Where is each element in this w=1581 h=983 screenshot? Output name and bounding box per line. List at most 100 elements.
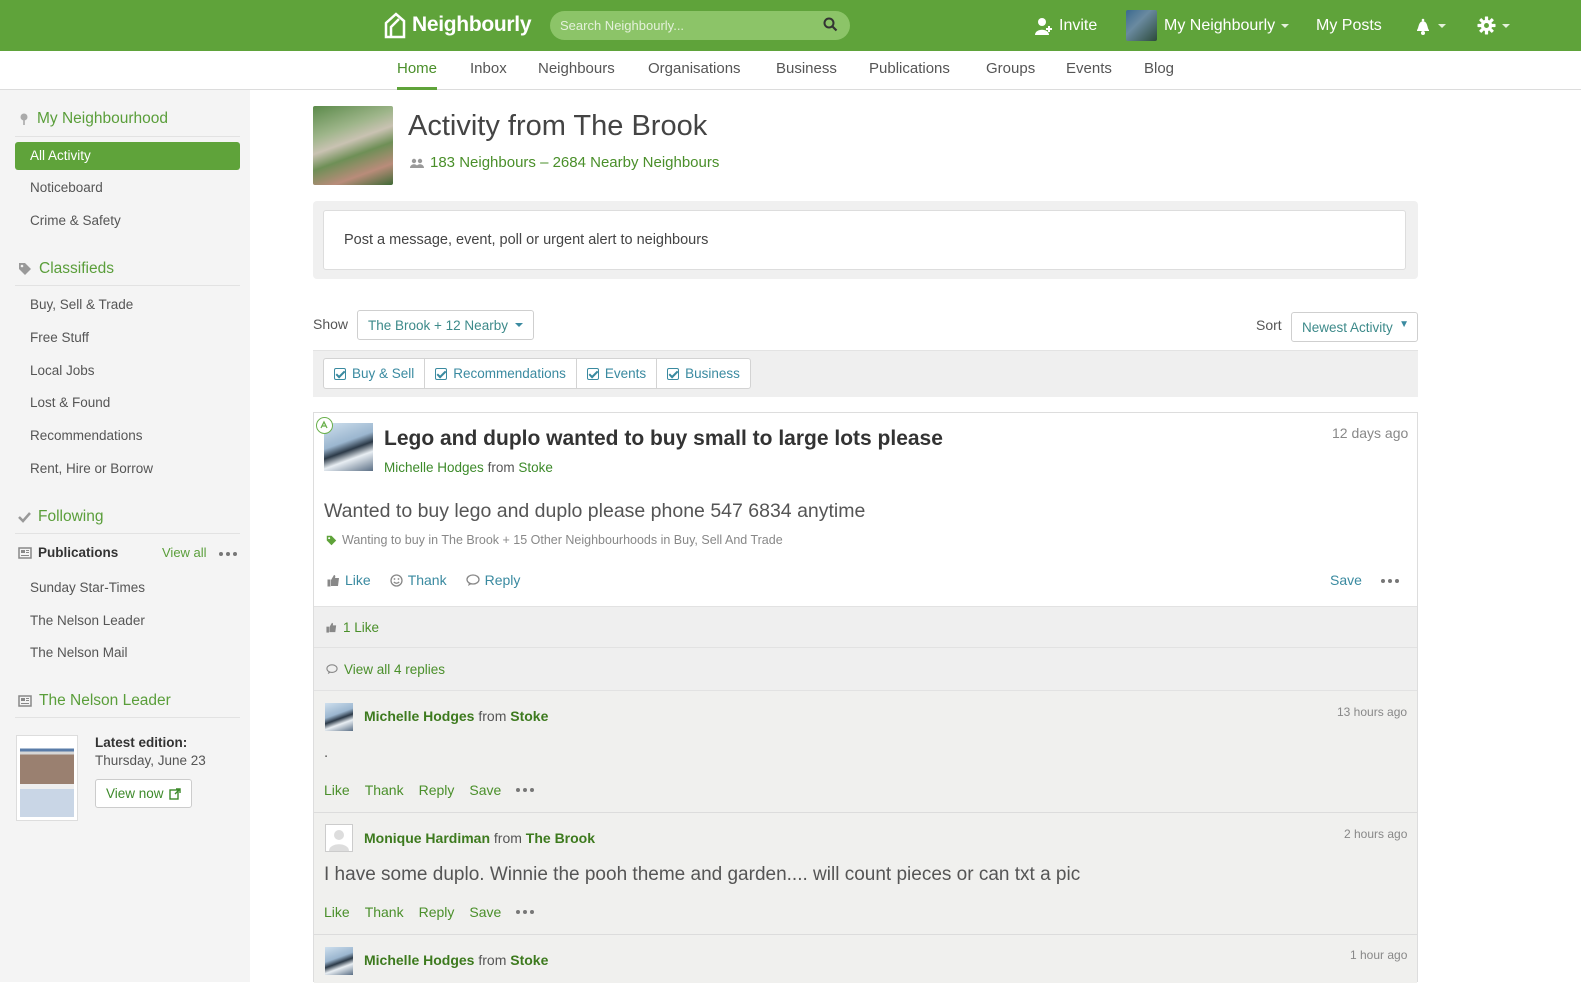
more-options-icon[interactable] <box>516 788 535 792</box>
view-replies-label: View all 4 replies <box>344 661 446 677</box>
sidebar-heading-following[interactable]: Following <box>18 508 103 526</box>
speech-bubble-icon <box>326 663 338 674</box>
like-button[interactable]: Like <box>324 904 350 920</box>
filter-recommendations[interactable]: Recommendations <box>425 359 577 388</box>
logo[interactable]: Neighbourly <box>382 10 532 40</box>
bell-icon <box>1417 18 1429 35</box>
wanted-badge-icon <box>316 417 333 434</box>
nav-publications[interactable]: Publications <box>869 51 950 90</box>
filter-buy-sell[interactable]: Buy & Sell <box>324 359 426 388</box>
reply-author[interactable]: Michelle Hodges <box>364 952 474 968</box>
search-input[interactable] <box>550 11 812 40</box>
sort-select-value: Newest Activity <box>1302 319 1393 335</box>
avatar[interactable] <box>325 947 353 975</box>
show-dropdown[interactable]: The Brook + 12 Nearby <box>357 310 534 340</box>
thank-button[interactable]: Thank <box>365 904 404 920</box>
sidebar-item-free-stuff[interactable]: Free Stuff <box>30 330 89 345</box>
filter-business[interactable]: Business <box>657 359 750 388</box>
reply-author[interactable]: Monique Hardiman <box>364 830 490 846</box>
thank-button[interactable]: Thank <box>390 572 447 588</box>
thank-button[interactable]: Thank <box>365 782 404 798</box>
like-button[interactable]: Like <box>324 782 350 798</box>
sidebar-item-rent-hire-borrow[interactable]: Rent, Hire or Borrow <box>30 461 153 476</box>
default-user-icon <box>329 830 349 851</box>
save-button[interactable]: Save <box>1330 572 1362 588</box>
save-button[interactable]: Save <box>469 904 501 920</box>
post-tags-label: Wanting to buy in The Brook + 15 Other N… <box>342 533 783 547</box>
from-label: from <box>493 830 522 846</box>
neighbours-count[interactable]: 183 Neighbours – 2684 Nearby Neighbours <box>410 154 719 171</box>
sidebar-item-noticeboard[interactable]: Noticeboard <box>30 180 103 195</box>
external-link-icon <box>168 787 181 800</box>
filter-events[interactable]: Events <box>577 359 658 388</box>
sort-select[interactable]: Newest Activity ▼ <box>1291 312 1418 342</box>
view-now-label: View now <box>106 786 164 801</box>
reply-button[interactable]: Reply <box>465 572 521 588</box>
like-button[interactable]: Like <box>327 572 371 588</box>
post-composer-input[interactable]: Post a message, event, poll or urgent al… <box>323 210 1406 270</box>
sidebar-item-crime-safety[interactable]: Crime & Safety <box>30 213 121 228</box>
filter-bar: Buy & Sell Recommendations Events Busine… <box>313 350 1418 397</box>
sidebar-heading-nelson-leader[interactable]: The Nelson Leader <box>18 692 171 710</box>
sidebar-item-sunday-star-times[interactable]: Sunday Star-Times <box>30 580 145 595</box>
post-author[interactable]: Michelle Hodges <box>384 460 484 475</box>
nav-events[interactable]: Events <box>1066 51 1112 90</box>
nav-neighbours[interactable]: Neighbours <box>538 51 615 90</box>
reply-location[interactable]: The Brook <box>526 830 595 846</box>
view-now-button[interactable]: View now <box>95 779 192 808</box>
speech-bubble-icon <box>465 573 480 586</box>
likes-summary[interactable]: 1 Like <box>314 606 1417 648</box>
post-location[interactable]: Stoke <box>518 460 553 475</box>
nav-home[interactable]: Home <box>397 51 438 90</box>
invite-button[interactable]: Invite <box>1033 0 1097 51</box>
nav-inbox[interactable]: Inbox <box>470 51 507 90</box>
nav-blog[interactable]: Blog <box>1144 51 1174 90</box>
save-button[interactable]: Save <box>469 782 501 798</box>
reply-button[interactable]: Reply <box>419 782 455 798</box>
settings-menu[interactable] <box>1477 0 1510 51</box>
sidebar-item-local-jobs[interactable]: Local Jobs <box>30 363 95 378</box>
my-posts-link[interactable]: My Posts <box>1316 0 1382 51</box>
composer-container: Post a message, event, poll or urgent al… <box>313 201 1418 279</box>
reply-author-line: Monique Hardiman from The Brook <box>364 830 595 846</box>
post-card: Lego and duplo wanted to buy small to la… <box>313 412 1418 983</box>
reply-item: Monique Hardiman from The Brook 2 hours … <box>314 813 1417 935</box>
nav-business[interactable]: Business <box>776 51 837 90</box>
sidebar-item-nelson-mail[interactable]: The Nelson Mail <box>30 645 128 660</box>
view-all-replies[interactable]: View all 4 replies <box>314 648 1417 691</box>
likes-count: 1 Like <box>343 619 380 635</box>
edition-cover-thumbnail[interactable] <box>16 735 78 821</box>
sidebar-item-buy-sell-trade[interactable]: Buy, Sell & Trade <box>30 297 133 312</box>
reply-location[interactable]: Stoke <box>510 952 548 968</box>
more-options-icon[interactable] <box>516 910 535 914</box>
avatar[interactable] <box>325 824 353 852</box>
sidebar-item-nelson-leader[interactable]: The Nelson Leader <box>30 613 145 628</box>
my-neighbourly-menu[interactable]: My Neighbourly <box>1126 0 1290 51</box>
sidebar-heading-classifieds[interactable]: Classifieds <box>18 260 114 278</box>
reply-actions: Like Thank Reply Save <box>324 904 549 920</box>
avatar[interactable] <box>325 703 353 731</box>
reply-label: Reply <box>484 572 521 588</box>
more-options-icon[interactable] <box>1381 579 1399 583</box>
notifications-menu[interactable] <box>1414 0 1446 51</box>
sidebar-item-lost-found[interactable]: Lost & Found <box>30 395 110 410</box>
chevron-down-icon <box>1438 23 1446 28</box>
reply-author[interactable]: Michelle Hodges <box>364 708 474 724</box>
post-header: Lego and duplo wanted to buy small to la… <box>314 413 1417 605</box>
reply-location[interactable]: Stoke <box>510 708 548 724</box>
thumbs-up-icon <box>326 622 337 633</box>
sort-label: Sort <box>1256 317 1282 333</box>
more-options-icon[interactable] <box>219 552 237 556</box>
tag-icon <box>326 535 337 545</box>
nav-organisations[interactable]: Organisations <box>648 51 741 90</box>
view-all-link[interactable]: View all <box>162 545 207 560</box>
post-title[interactable]: Lego and duplo wanted to buy small to la… <box>384 427 943 451</box>
sidebar-heading-my-neighbourhood[interactable]: My Neighbourhood <box>18 110 168 128</box>
smiley-icon <box>390 573 403 587</box>
sidebar-item-recommendations[interactable]: Recommendations <box>30 428 143 443</box>
reply-button[interactable]: Reply <box>419 904 455 920</box>
nav-groups[interactable]: Groups <box>986 51 1035 90</box>
my-neighbourhood-label: My Neighbourhood <box>37 110 168 127</box>
sidebar-item-all-activity[interactable]: All Activity <box>15 142 240 170</box>
search-icon[interactable] <box>823 17 838 32</box>
